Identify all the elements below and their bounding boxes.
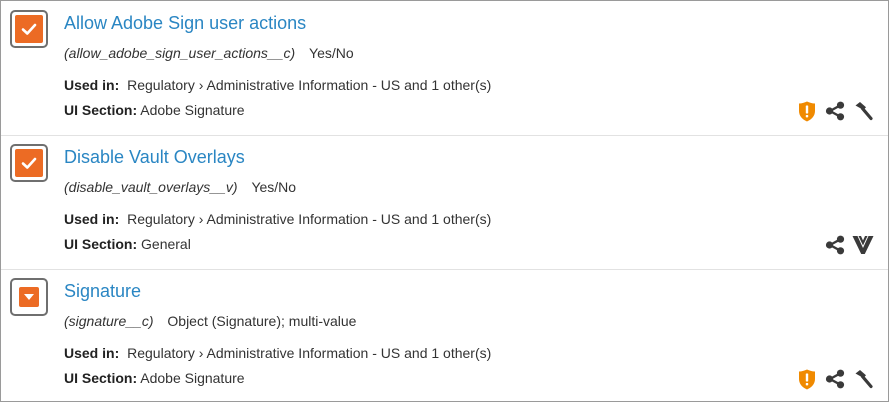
- field-used-in: Used in: Regulatory › Administrative Inf…: [64, 210, 491, 228]
- checkbox-type-icon: [10, 144, 48, 182]
- dropdown-type-icon: [10, 278, 48, 316]
- field-ui-section: UI Section: Adobe Signature: [64, 101, 245, 119]
- field-data-type: Object (Signature); multi-value: [167, 313, 357, 329]
- field-actions: [824, 234, 874, 256]
- ui-section-value: General: [141, 236, 191, 252]
- checkbox-type-icon: [10, 10, 48, 48]
- field-actions: [796, 100, 874, 122]
- field-data-type: Yes/No: [251, 179, 297, 195]
- ui-section-label: UI Section:: [64, 102, 138, 118]
- field-list: Allow Adobe Sign user actions (allow_ado…: [0, 0, 889, 402]
- ui-section-value: Adobe Signature: [140, 370, 245, 386]
- ui-section-value: Adobe Signature: [140, 102, 245, 118]
- share-icon[interactable]: [824, 100, 846, 122]
- field-label[interactable]: Signature: [64, 280, 141, 302]
- field-actions: [796, 368, 874, 390]
- field-ui-section: UI Section: General: [64, 235, 191, 253]
- field-api-name: (allow_adobe_sign_user_actions__c): [64, 45, 296, 61]
- shield-alert-icon[interactable]: [796, 368, 818, 390]
- field-data-type: Yes/No: [309, 45, 354, 61]
- used-in-label: Used in:: [64, 77, 120, 93]
- used-in-label: Used in:: [64, 211, 120, 227]
- field-used-in: Used in: Regulatory › Administrative Inf…: [64, 76, 491, 94]
- share-icon[interactable]: [824, 234, 846, 256]
- field-ui-section: UI Section: Adobe Signature: [64, 369, 245, 387]
- used-in-value: Regulatory › Administrative Information …: [127, 77, 492, 93]
- used-in-label: Used in:: [64, 345, 120, 361]
- field-row: Disable Vault Overlays (disable_vault_ov…: [1, 135, 888, 270]
- used-in-value: Regulatory › Administrative Information …: [127, 211, 492, 227]
- used-in-value: Regulatory › Administrative Information …: [127, 345, 492, 361]
- field-label[interactable]: Allow Adobe Sign user actions: [64, 12, 306, 34]
- field-used-in: Used in: Regulatory › Administrative Inf…: [64, 344, 491, 362]
- hammer-icon[interactable]: [852, 368, 874, 390]
- ui-section-label: UI Section:: [64, 236, 138, 252]
- share-icon[interactable]: [824, 368, 846, 390]
- field-meta: (disable_vault_overlays__v) Yes/No: [64, 178, 296, 196]
- hammer-icon[interactable]: [852, 100, 874, 122]
- vault-logo-icon[interactable]: [852, 234, 874, 256]
- field-label[interactable]: Disable Vault Overlays: [64, 146, 245, 168]
- field-row: Allow Adobe Sign user actions (allow_ado…: [1, 1, 888, 136]
- field-api-name: (disable_vault_overlays__v): [64, 179, 238, 195]
- field-api-name: (signature__c): [64, 313, 154, 329]
- ui-section-label: UI Section:: [64, 370, 138, 386]
- field-row: Signature (signature__c) Object (Signatu…: [1, 269, 888, 401]
- field-meta: (signature__c) Object (Signature); multi…: [64, 312, 356, 330]
- shield-alert-icon[interactable]: [796, 100, 818, 122]
- field-meta: (allow_adobe_sign_user_actions__c) Yes/N…: [64, 44, 354, 62]
